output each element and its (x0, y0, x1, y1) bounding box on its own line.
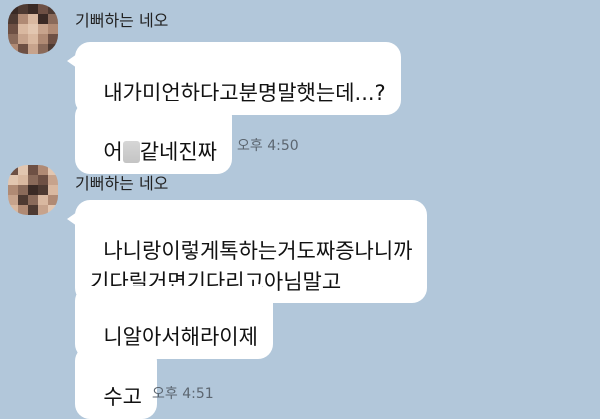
avatar-pixel (38, 34, 48, 44)
avatar-pixel (8, 165, 18, 175)
avatar-pixel (8, 34, 18, 44)
sender-name: 기뻐하는 네오 (75, 11, 169, 30)
avatar-pixel (18, 195, 28, 205)
avatar-pixel (48, 205, 58, 215)
message-text-start: 어 (103, 140, 123, 165)
avatar-pixel (8, 195, 18, 205)
avatar-pixel (48, 165, 58, 175)
avatar-pixel (38, 195, 48, 205)
avatar-pixel (28, 14, 38, 24)
redacted-blur (122, 141, 140, 164)
message-bubble[interactable]: 수고 (75, 346, 157, 419)
message-time: 오후 4:50 (237, 138, 299, 154)
avatar-pixel (18, 175, 28, 185)
avatar-pixel (8, 175, 18, 185)
avatar-pixel (48, 4, 58, 14)
avatar-pixel (48, 14, 58, 24)
avatar-pixel (18, 44, 28, 54)
avatar-pixel (28, 195, 38, 205)
avatar-pixel (28, 24, 38, 34)
message-bubble[interactable]: 어 같네진짜 (75, 101, 232, 174)
avatar-pixel (18, 4, 28, 14)
avatar-pixel (8, 14, 18, 24)
avatar-pixel (8, 44, 18, 54)
avatar-pixel (38, 44, 48, 54)
avatar-pixel (38, 205, 48, 215)
message-time: 오후 4:51 (152, 386, 214, 402)
avatar-pixel (18, 24, 28, 34)
avatar-pixel (18, 34, 28, 44)
avatar-pixel (18, 205, 28, 215)
avatar-pixel (48, 34, 58, 44)
avatar-pixel (48, 44, 58, 54)
avatar-pixel (28, 175, 38, 185)
avatar[interactable] (8, 4, 58, 54)
avatar-pixel (8, 24, 18, 34)
avatar-pixel (38, 4, 48, 14)
avatar-pixel (38, 185, 48, 195)
avatar[interactable] (8, 165, 58, 215)
avatar-pixel (28, 34, 38, 44)
sender-name: 기뻐하는 네오 (75, 174, 169, 193)
avatar-pixel (48, 175, 58, 185)
message-text: 수고 (103, 385, 142, 410)
message-text-end: 같네진짜 (139, 140, 217, 165)
avatar-pixel (18, 165, 28, 175)
avatar-pixel (38, 165, 48, 175)
avatar-pixel (28, 205, 38, 215)
avatar-pixel (28, 4, 38, 14)
avatar-pixel (38, 24, 48, 34)
avatar-pixel (8, 205, 18, 215)
avatar-pixel (8, 185, 18, 195)
avatar-pixel (38, 14, 48, 24)
avatar-pixel (18, 185, 28, 195)
avatar-pixel (28, 185, 38, 195)
avatar-pixel (8, 4, 18, 14)
avatar-pixel (28, 165, 38, 175)
avatar-pixel (38, 175, 48, 185)
avatar-pixel (48, 195, 58, 205)
avatar-pixel (48, 185, 58, 195)
avatar-pixel (18, 14, 28, 24)
avatar-pixel (28, 44, 38, 54)
avatar-pixel (48, 24, 58, 34)
